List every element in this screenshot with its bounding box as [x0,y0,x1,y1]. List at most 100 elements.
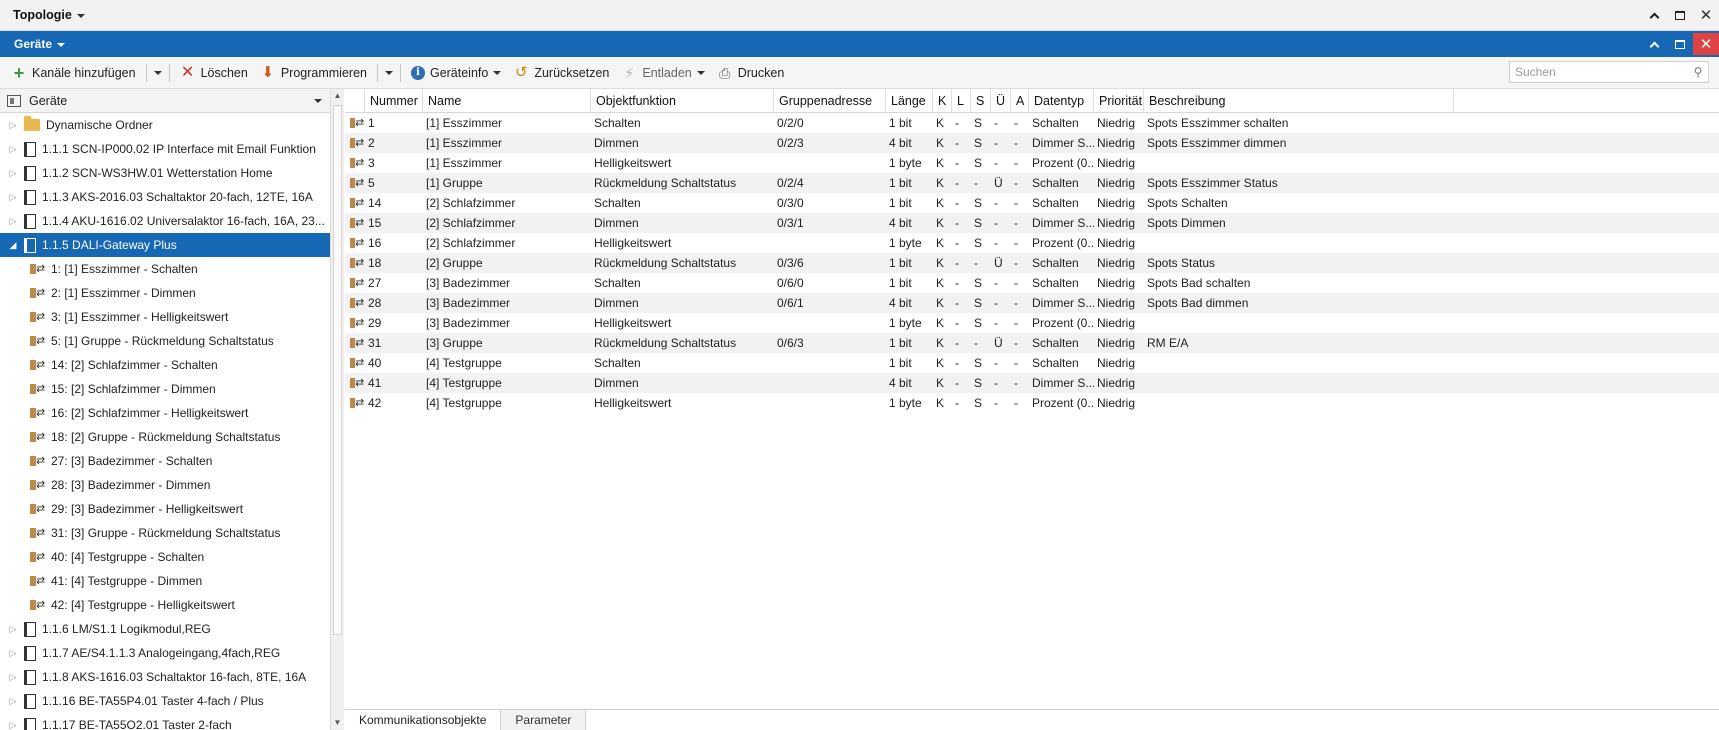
tree-scrollbar[interactable]: ▲ ▼ [330,89,344,730]
tree-item-object[interactable]: ⇄ 5: [1] Gruppe - Rückmeldung Schaltstatu… [0,329,330,353]
column-header[interactable]: K [933,89,952,112]
tree-header-dropdown[interactable]: Geräte [0,89,330,113]
tree-item-object[interactable]: ⇄ 2: [1] Esszimmer - Dimmen [0,281,330,305]
table-row[interactable]: ⇄ 5 [1] Gruppe Rückmeldung Schaltstatus 0/2/… [345,173,1719,193]
tree-item-object[interactable]: ⇄ 18: [2] Gruppe - Rückmeldung Schaltstat… [0,425,330,449]
tree-item-object[interactable]: ⇄ 29: [3] Badezimmer - Helligkeitswert [0,497,330,521]
tree-item-device[interactable]: ▷ 1.1.6 LM/S1.1 Logikmodul,REG [0,617,330,641]
collapsed-triangle-icon[interactable]: ▷ [8,216,18,227]
collapsed-triangle-icon[interactable]: ▷ [8,192,18,203]
collapsed-triangle-icon[interactable]: ▷ [8,720,18,730]
devices-title-dropdown[interactable]: Geräte [14,37,66,51]
add-channels-dropdown[interactable] [151,61,165,85]
collapse-button[interactable] [1641,33,1667,55]
table-row[interactable]: ⇄ 29 [3] Badezimmer Helligkeitswert 1 byte K -… [345,313,1719,333]
device-icon [24,189,36,205]
table-row[interactable]: ⇄ 15 [2] Schlafzimmer Dimmen 0/3/1 4 bit K - S - -… [345,213,1719,233]
tree-item-object[interactable]: ⇄ 16: [2] Schlafzimmer - Helligkeitswert [0,401,330,425]
unload-button[interactable]: ⚡ Entladen [615,61,710,85]
tree-item-device[interactable]: ▷ 1.1.17 BE-TA55O2.01 Taster 2-fach [0,713,330,730]
table-cell: 1 bit [889,276,912,290]
tree-item-device[interactable]: ▷ 1.1.16 BE-TA55P4.01 Taster 4-fach / Plu… [0,689,330,713]
tree-item-device[interactable]: ▷ 1.1.8 AKS-1616.03 Schaltaktor 16-fach, … [0,665,330,689]
print-button[interactable]: ⎙ Drucken [711,61,791,85]
scroll-thumb[interactable] [333,105,342,635]
tree-item-object[interactable]: ⇄ 14: [2] Schlafzimmer - Schalten [0,353,330,377]
column-header[interactable]: Priorität [1094,89,1144,112]
table-cell: 1 byte [889,156,922,170]
table-row[interactable]: ⇄ 3 [1] Esszimmer Helligkeitswert 1 byte K - S -… [345,153,1719,173]
table-row[interactable]: ⇄ 16 [2] Schlafzimmer Helligkeitswert 1 byte… [345,233,1719,253]
tree-item-device[interactable]: ◢ 1.1.5 DALI-Gateway Plus [0,233,330,257]
column-header[interactable]: Objektfunktion [591,89,774,112]
table-row[interactable]: ⇄ 2 [1] Esszimmer Dimmen 0/2/3 4 bit K - S - - Dimm… [345,133,1719,153]
tree-item-label: 1: [1] Esszimmer - Schalten [51,262,198,276]
expanded-triangle-icon[interactable]: ◢ [8,240,18,251]
search-icon[interactable]: ⚲ [1688,65,1708,79]
table-cell: 1 bit [889,336,912,350]
tab-communication-objects[interactable]: Kommunikationsobjekte [345,710,502,730]
tree-item-device[interactable]: ▷ 1.1.1 SCN-IP000.02 IP Interface mit Ema… [0,137,330,161]
table-cell: - [994,276,998,290]
table-row[interactable]: ⇄ 18 [2] Gruppe Rückmeldung Schaltstatus 0/3… [345,253,1719,273]
maximize-button[interactable] [1667,4,1693,26]
collapsed-triangle-icon[interactable]: ▷ [8,144,18,155]
device-info-button[interactable]: i Geräteinfo [405,61,507,85]
topology-title-dropdown[interactable]: Topologie [13,8,85,22]
column-header[interactable]: Datentyp [1029,89,1094,112]
program-dropdown[interactable] [382,61,396,85]
tree-item-object[interactable]: ⇄ 27: [3] Badezimmer - Schalten [0,449,330,473]
maximize-button[interactable] [1667,33,1693,55]
column-header[interactable]: Name [423,89,591,112]
table-row[interactable]: ⇄ 42 [4] Testgruppe Helligkeitswert 1 byte K -… [345,393,1719,413]
row-icon-cell: ⇄ [345,333,365,353]
communication-object-icon: ⇄ [30,454,45,468]
program-button[interactable]: ⬇ Programmieren [254,61,373,85]
column-header[interactable]: L [952,89,971,112]
table-row[interactable]: ⇄ 27 [3] Badezimmer Schalten 0/6/0 1 bit K - S - -… [345,273,1719,293]
tree-item-object[interactable]: ⇄ 3: [1] Esszimmer - Helligkeitswert [0,305,330,329]
tree-item-folder[interactable]: ▷ Dynamische Ordner [0,113,330,137]
tree-item-device[interactable]: ▷ 1.1.3 AKS-2016.03 Schaltaktor 20-fach, … [0,185,330,209]
column-header[interactable]: Beschreibung [1144,89,1454,112]
collapsed-triangle-icon[interactable]: ▷ [8,120,18,131]
scroll-down-arrow[interactable]: ▼ [331,716,344,730]
scroll-up-arrow[interactable]: ▲ [331,89,344,103]
table-cell: 1 bit [889,256,912,270]
collapsed-triangle-icon[interactable]: ▷ [8,624,18,635]
tree-item-object[interactable]: ⇄ 15: [2] Schlafzimmer - Dimmen [0,377,330,401]
column-header[interactable]: Ü [991,89,1011,112]
column-header[interactable]: A [1011,89,1029,112]
tree-item-object[interactable]: ⇄ 42: [4] Testgruppe - Helligkeitswert [0,593,330,617]
collapsed-triangle-icon[interactable]: ▷ [8,696,18,707]
table-row[interactable]: ⇄ 1 [1] Esszimmer Schalten 0/2/0 1 bit K - S - - Sc… [345,113,1719,133]
close-button[interactable]: ✕ [1693,33,1719,55]
delete-button[interactable]: ✕ Löschen [174,61,254,85]
tree-item-object[interactable]: ⇄ 31: [3] Gruppe - Rückmeldung Schaltstat… [0,521,330,545]
reset-button[interactable]: ↺ Zurücksetzen [507,61,615,85]
collapsed-triangle-icon[interactable]: ▷ [8,672,18,683]
table-row[interactable]: ⇄ 40 [4] Testgruppe Schalten 1 bit K - S - - Schal… [345,353,1719,373]
tree-item-object[interactable]: ⇄ 1: [1] Esszimmer - Schalten [0,257,330,281]
collapse-button[interactable] [1641,4,1667,26]
table-row[interactable]: ⇄ 14 [2] Schlafzimmer Schalten 0/3/0 1 bit K - S… [345,193,1719,213]
search-input[interactable] [1510,62,1688,82]
column-header[interactable]: Länge [886,89,933,112]
tree-item-device[interactable]: ▷ 1.1.2 SCN-WS3HW.01 Wetterstation Home [0,161,330,185]
close-button[interactable]: ✕ [1693,4,1719,26]
collapsed-triangle-icon[interactable]: ▷ [8,648,18,659]
column-header[interactable]: Gruppenadresse [774,89,886,112]
tree-item-object[interactable]: ⇄ 28: [3] Badezimmer - Dimmen [0,473,330,497]
table-row[interactable]: ⇄ 31 [3] Gruppe Rückmeldung Schaltstatus 0/6… [345,333,1719,353]
tree-item-object[interactable]: ⇄ 41: [4] Testgruppe - Dimmen [0,569,330,593]
tree-item-object[interactable]: ⇄ 40: [4] Testgruppe - Schalten [0,545,330,569]
add-channels-button[interactable]: + Kanäle hinzufügen [5,61,142,85]
tree-item-device[interactable]: ▷ 1.1.4 AKU-1616.02 Universalaktor 16-fac… [0,209,330,233]
column-header[interactable]: S [971,89,991,112]
column-header[interactable]: Nummer [365,89,423,112]
table-row[interactable]: ⇄ 28 [3] Badezimmer Dimmen 0/6/1 4 bit K - S - - Di… [345,293,1719,313]
collapsed-triangle-icon[interactable]: ▷ [8,168,18,179]
table-row[interactable]: ⇄ 41 [4] Testgruppe Dimmen 4 bit K - S - - Dimmer … [345,373,1719,393]
tree-item-device[interactable]: ▷ 1.1.7 AE/S4.1.1.3 Analogeingang,4fach,R… [0,641,330,665]
tab-parameters[interactable]: Parameter [501,710,587,730]
